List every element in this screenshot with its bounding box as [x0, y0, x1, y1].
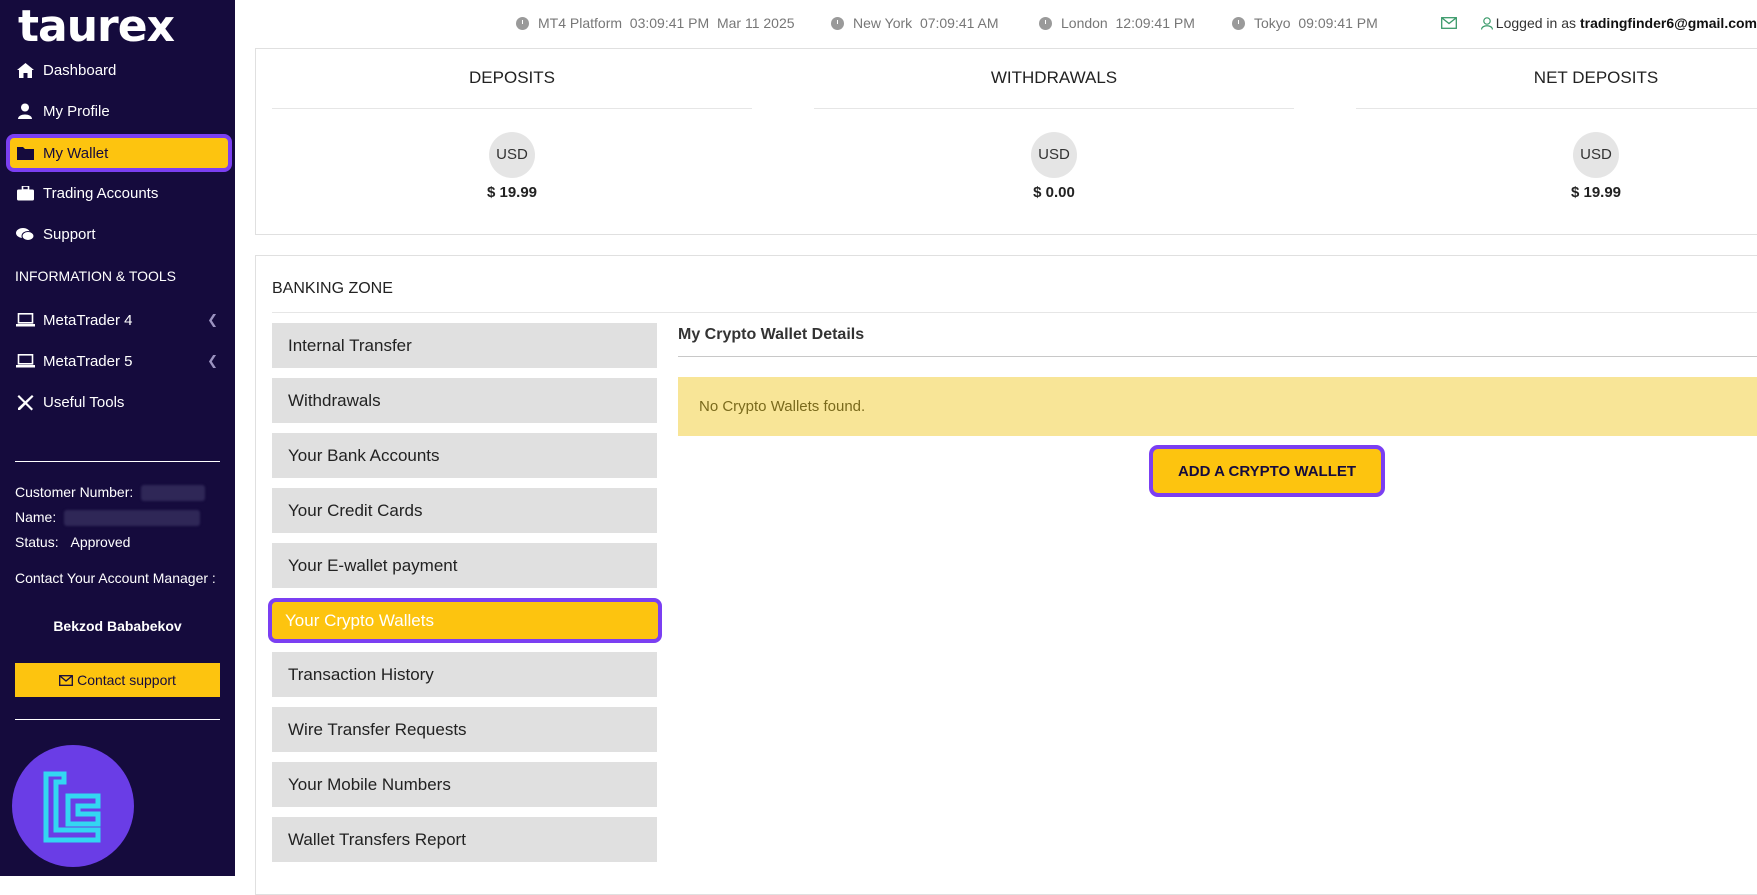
sidebar-item-label: Trading Accounts — [43, 184, 159, 202]
contact-support-button[interactable]: Contact support — [15, 663, 220, 697]
stat-withdrawals: WITHDRAWALS USD $ 0.00 — [798, 49, 1310, 201]
stat-amount: $ 0.00 — [1033, 184, 1075, 201]
sidebar: taurex Dashboard My Profile My Wallet Tr… — [0, 0, 235, 876]
topbar: MT4 Platform 03:09:41 PM Mar 11 2025 New… — [235, 0, 1757, 48]
sidebar-item-metatrader-4[interactable]: MetaTrader 4 ❮ — [6, 303, 232, 337]
account-status: Status: Approved — [15, 534, 131, 550]
logged-in-email[interactable]: tradingfinder6@gmail.com — [1580, 15, 1757, 31]
banking-zone-title: BANKING ZONE — [272, 280, 393, 297]
clock-icon — [831, 16, 844, 30]
sidebar-item-dashboard[interactable]: Dashboard — [6, 53, 232, 87]
user-icon — [15, 102, 35, 120]
stat-amount: $ 19.99 — [486, 184, 538, 201]
banking-menu-internal-transfer[interactable]: Internal Transfer — [272, 323, 657, 368]
redacted-value — [141, 485, 206, 502]
account-manager-name: Bekzod Bababekov — [53, 618, 182, 634]
clock-new-york: New York 07:09:41 AM — [831, 15, 999, 31]
chevron-left-icon: ❮ — [207, 312, 218, 327]
laptop-icon — [15, 311, 35, 329]
watermark-logo — [12, 745, 134, 867]
status-value: Approved — [70, 534, 131, 550]
stat-title: DEPOSITS — [272, 49, 752, 109]
banking-menu-credit-cards[interactable]: Your Credit Cards — [272, 488, 657, 533]
sidebar-item-metatrader-5[interactable]: MetaTrader 5 ❮ — [6, 344, 232, 378]
stat-title: WITHDRAWALS — [814, 49, 1294, 109]
customer-name: Name: — [15, 509, 201, 527]
section-label-info-tools: INFORMATION & TOOLS — [15, 268, 177, 284]
sidebar-divider — [15, 461, 220, 462]
clock-icon — [516, 16, 529, 30]
banking-menu-transaction-history[interactable]: Transaction History — [272, 652, 657, 697]
sidebar-item-my-wallet[interactable]: My Wallet — [6, 134, 232, 172]
sidebar-item-label: Support — [43, 225, 96, 243]
envelope-icon[interactable] — [1440, 17, 1457, 29]
stat-net-deposits: NET DEPOSITS USD $ 19.99 — [1340, 49, 1757, 201]
redacted-value — [64, 510, 201, 527]
clock-mt4-platform: MT4 Platform 03:09:41 PM Mar 11 2025 — [516, 15, 795, 31]
stat-deposits: DEPOSITS USD $ 19.99 — [256, 49, 768, 201]
banking-menu-withdrawals[interactable]: Withdrawals — [272, 378, 657, 423]
comments-icon — [15, 225, 35, 243]
banking-menu-wallet-transfers-report[interactable]: Wallet Transfers Report — [272, 817, 657, 862]
sidebar-item-label: MetaTrader 5 — [43, 352, 133, 370]
user-outline-icon — [1480, 16, 1493, 30]
customer-number: Customer Number: — [15, 484, 206, 502]
panel-title: My Crypto Wallet Details — [678, 326, 865, 343]
banking-menu-wire-transfer-requests[interactable]: Wire Transfer Requests — [272, 707, 657, 752]
sidebar-divider — [15, 719, 220, 720]
clock-tokyo: Tokyo 09:09:41 PM — [1232, 15, 1378, 31]
folder-icon — [15, 144, 35, 162]
balance-summary-card: DEPOSITS USD $ 19.99 WITHDRAWALS USD $ 0… — [255, 48, 1757, 235]
sidebar-item-useful-tools[interactable]: Useful Tools — [6, 385, 232, 419]
sidebar-item-label: Dashboard — [43, 61, 117, 79]
banking-zone-card: BANKING ZONE Internal Transfer Withdrawa… — [255, 255, 1757, 895]
banking-menu-bank-accounts[interactable]: Your Bank Accounts — [272, 433, 657, 478]
sidebar-item-my-profile[interactable]: My Profile — [6, 94, 232, 128]
sidebar-item-label: My Profile — [43, 102, 110, 120]
banking-menu-crypto-wallets[interactable]: Your Crypto Wallets — [268, 598, 662, 643]
clock-icon — [1039, 16, 1052, 30]
sidebar-item-label: My Wallet — [43, 144, 109, 162]
divider — [272, 312, 1757, 313]
sidebar-item-label: Useful Tools — [43, 393, 125, 411]
currency-badge: USD — [1031, 132, 1077, 178]
stat-title: NET DEPOSITS — [1356, 49, 1757, 109]
clock-london: London 12:09:41 PM — [1039, 15, 1195, 31]
banking-menu-e-wallet-payment[interactable]: Your E-wallet payment — [272, 543, 657, 588]
currency-badge: USD — [1573, 132, 1619, 178]
logged-in-info: Logged in as tradingfinder6@gmail.com — [1440, 15, 1757, 31]
sidebar-item-trading-accounts[interactable]: Trading Accounts — [6, 176, 232, 210]
sidebar-item-support[interactable]: Support — [6, 217, 232, 251]
add-crypto-wallet-button[interactable]: ADD A CRYPTO WALLET — [1149, 445, 1385, 497]
chevron-left-icon: ❮ — [207, 353, 218, 368]
clock-icon — [1232, 16, 1245, 30]
account-manager-label: Contact Your Account Manager : — [15, 570, 216, 586]
home-icon — [15, 61, 35, 79]
banking-menu-mobile-numbers[interactable]: Your Mobile Numbers — [272, 762, 657, 807]
currency-badge: USD — [489, 132, 535, 178]
brand-logo[interactable]: taurex — [18, 2, 175, 52]
sidebar-item-label: MetaTrader 4 — [43, 311, 133, 329]
tools-icon — [15, 393, 35, 411]
stat-amount: $ 19.99 — [1570, 184, 1622, 201]
envelope-icon — [59, 674, 74, 686]
empty-state-alert: No Crypto Wallets found. — [678, 377, 1757, 436]
briefcase-icon — [15, 184, 35, 202]
laptop-icon — [15, 352, 35, 370]
divider — [678, 356, 1757, 357]
